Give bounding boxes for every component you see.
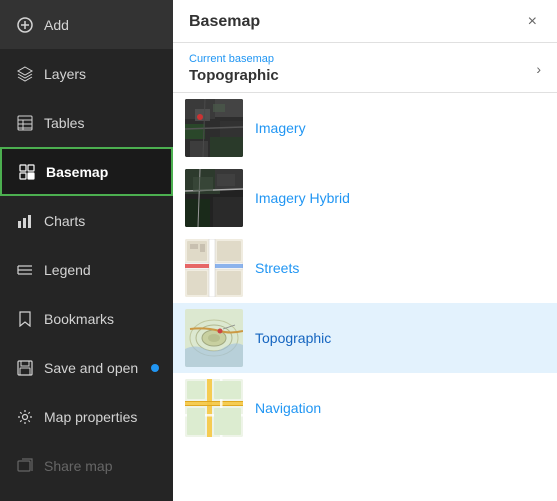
basemap-item-topographic[interactable]: Topographic xyxy=(173,303,557,373)
basemap-thumb-navigation xyxy=(185,379,243,437)
sidebar-item-tables[interactable]: Tables xyxy=(0,98,173,147)
basemap-item-navigation[interactable]: Navigation xyxy=(173,373,557,443)
chevron-right-icon: › xyxy=(536,61,541,77)
basemap-label-navigation: Navigation xyxy=(255,400,321,416)
current-basemap-label: Current basemap xyxy=(189,53,279,65)
sidebar-label-map-properties: Map properties xyxy=(44,409,137,425)
sidebar-label-charts: Charts xyxy=(44,213,85,229)
sidebar-item-add[interactable]: Add xyxy=(0,0,173,49)
basemap-panel: Basemap × Current basemap Topographic › xyxy=(173,0,557,501)
bookmark-icon xyxy=(16,310,34,328)
sidebar-label-bookmarks: Bookmarks xyxy=(44,311,114,327)
legend-icon xyxy=(16,261,34,279)
basemap-thumb-imagery-hybrid xyxy=(185,169,243,227)
basemap-label-streets: Streets xyxy=(255,260,299,276)
sidebar-label-legend: Legend xyxy=(44,262,91,278)
basemap-label-topographic: Topographic xyxy=(255,330,331,346)
save-icon xyxy=(16,359,34,377)
sidebar-label-share-map: Share map xyxy=(44,458,112,474)
panel-header: Basemap × xyxy=(173,0,557,43)
basemap-item-imagery[interactable]: Imagery xyxy=(173,93,557,163)
charts-icon xyxy=(16,212,34,230)
sidebar-item-basemap[interactable]: Basemap xyxy=(0,147,173,196)
basemap-item-streets[interactable]: Streets xyxy=(173,233,557,303)
basemap-label-imagery: Imagery xyxy=(255,120,306,136)
basemap-thumb-imagery xyxy=(185,99,243,157)
current-basemap-name: Topographic xyxy=(189,67,279,84)
share-icon xyxy=(16,457,34,475)
basemap-list: Imagery Imagery Hybrid xyxy=(173,93,557,501)
basemap-icon xyxy=(18,163,36,181)
sidebar-item-save-open[interactable]: Save and open xyxy=(0,343,173,392)
plus-circle-icon xyxy=(16,16,34,34)
save-open-badge xyxy=(151,364,159,372)
layers-icon xyxy=(16,65,34,83)
sidebar-item-map-properties[interactable]: Map properties xyxy=(0,392,173,441)
current-basemap-section[interactable]: Current basemap Topographic › xyxy=(173,43,557,93)
sidebar-label-basemap: Basemap xyxy=(46,164,108,180)
sidebar: Add Layers Tables xyxy=(0,0,173,501)
close-button[interactable]: × xyxy=(524,12,541,32)
sidebar-item-charts[interactable]: Charts xyxy=(0,196,173,245)
sidebar-label-tables: Tables xyxy=(44,115,84,131)
sidebar-label-add: Add xyxy=(44,17,69,33)
sidebar-item-bookmarks[interactable]: Bookmarks xyxy=(0,294,173,343)
panel-title: Basemap xyxy=(189,13,260,31)
tables-icon xyxy=(16,114,34,132)
gear-icon xyxy=(16,408,34,426)
basemap-item-imagery-hybrid[interactable]: Imagery Hybrid xyxy=(173,163,557,233)
sidebar-item-share-map[interactable]: Share map xyxy=(0,441,173,490)
basemap-thumb-streets xyxy=(185,239,243,297)
sidebar-label-layers: Layers xyxy=(44,66,86,82)
sidebar-item-layers[interactable]: Layers xyxy=(0,49,173,98)
basemap-label-imagery-hybrid: Imagery Hybrid xyxy=(255,190,350,206)
basemap-thumb-topographic xyxy=(185,309,243,367)
sidebar-item-legend[interactable]: Legend xyxy=(0,245,173,294)
sidebar-label-save-open: Save and open xyxy=(44,360,138,376)
current-basemap-info: Current basemap Topographic xyxy=(189,53,279,84)
